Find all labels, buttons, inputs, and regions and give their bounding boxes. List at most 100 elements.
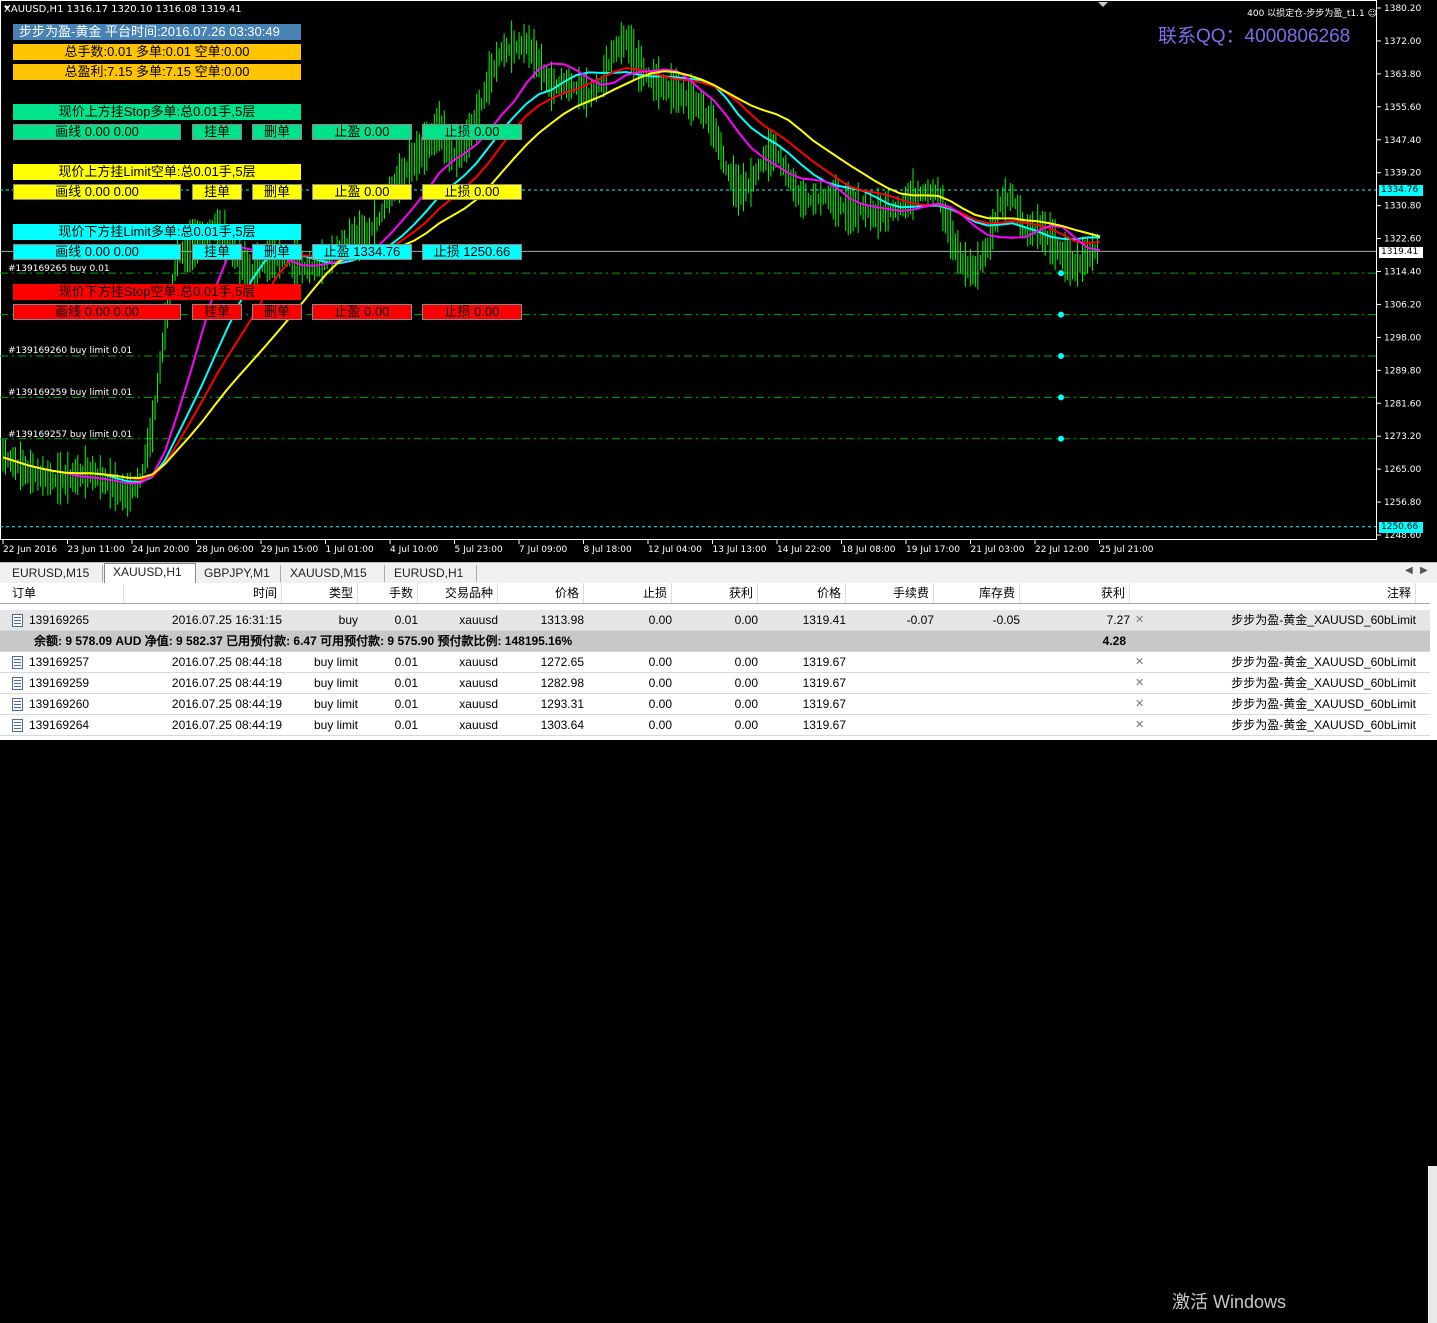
y-tick-label: 1306.20 [1384,300,1421,310]
price-tag-current: 1319.41 [1379,247,1423,258]
cell-profit [1020,715,1130,735]
y-tick-label: 1273.20 [1384,432,1421,442]
price-chart[interactable]: 1380.20 1372.00 1363.80 1355.60 1347.40 1339.… [0,0,1437,560]
cell-order-id: 139169257 [12,652,124,672]
chart-tab[interactable]: XAUUSD,M15 [282,565,385,582]
column-header-open-time: 时间 [126,583,282,603]
cell-lots-text: 0.01 [394,697,418,711]
stop-loss-button[interactable]: 止损 0.00 [422,304,522,320]
take-profit-button[interactable]: 止盈 0.00 [312,184,412,200]
cell-open-price: 1303.64 [498,715,584,735]
close-order-icon[interactable]: ✕ [1135,718,1144,731]
place-order-button[interactable]: 挂单 [192,124,242,140]
stop-loss-button[interactable]: 止损 0.00 [422,184,522,200]
column-header-commission: 手续费 [846,583,934,603]
close-order-icon[interactable]: ✕ [1135,697,1144,710]
order-label: #139169260 buy limit 0.01 [8,346,133,356]
table-row[interactable]: 139169259 2016.07.25 08:44:19 buy limit 0.0… [0,673,1430,694]
chart-tab[interactable]: EURUSD,M15 [4,565,103,582]
table-row[interactable]: 139169260 2016.07.25 08:44:19 buy limit 0.0… [0,694,1430,715]
stop-loss-button[interactable]: 止损 1250.66 [422,244,522,260]
cell-lots: 0.01 [360,652,418,672]
x-tick-label: 23 Jun 11:00 [68,545,125,555]
cell-order-id: 139169260 [12,694,124,714]
cell-take-profit: 0.00 [672,652,758,672]
cell-take-profit-text: 0.00 [734,718,758,732]
column-header-order-type-text: 类型 [328,586,353,600]
cell-comment-text: 步步为盈-黄金_XAUUSD_60bLimit [1231,676,1416,690]
cell-order-type: buy [282,610,358,630]
column-header-open-price: 价格 [498,583,584,603]
cell-comment: 步步为盈-黄金_XAUUSD_60bLimit [1150,694,1416,714]
delete-order-button[interactable]: 删单 [252,124,302,140]
pending-order-marker [1058,311,1064,318]
x-tick-label: 13 Jul 13:00 [713,545,767,555]
column-header-open-price-text: 价格 [554,586,579,600]
tab-prev-icon[interactable]: ◀ [1405,565,1413,576]
table-row[interactable]: 139169264 2016.07.25 08:44:19 buy limit 0.0… [0,715,1430,736]
balance-row[interactable]: 余额: 9 578.09 AUD 净值: 9 582.37 已用预付款: 6.4… [0,631,1430,652]
close-order-icon[interactable]: ✕ [1135,655,1144,668]
cell-order-id-text: 139169260 [29,697,90,711]
delete-order-button[interactable]: 删单 [252,244,302,260]
cell-current-price-text: 1319.67 [802,697,846,711]
cell-lots-text: 0.01 [394,718,418,732]
table-header[interactable]: 订单 时间 类型 手数 交易品种 价格 止损 获利 价格 手续费 库存费 获利 注释 [0,583,1430,604]
cell-comment-text: 步步为盈-黄金_XAUUSD_60bLimit [1231,655,1416,669]
cell-symbol-text: xauusd [459,613,498,627]
order-label: #139169257 buy limit 0.01 [8,430,133,440]
place-order-button[interactable]: 挂单 [192,244,242,260]
cell-order-type-text: buy limit [313,655,358,669]
cell-swap [934,715,1020,735]
draw-line-button[interactable]: 画线 0.00 0.00 [13,124,181,140]
cell-symbol: xauusd [420,610,498,630]
group-header: 现价下方挂Stop空单:总0.01手,5层 [13,284,301,300]
cell-stop-loss-text: 0.00 [648,718,672,732]
draw-line-button[interactable]: 画线 0.00 0.00 [13,244,181,260]
table-row[interactable]: 139169265 2016.07.25 16:31:15 buy 0.01 xauus… [0,610,1430,631]
draw-line-button[interactable]: 画线 0.00 0.00 [13,304,181,320]
column-header-order-id-text: 订单 [12,586,37,600]
cell-order-id-text: 139169265 [29,613,90,627]
cell-open-price-text: 1272.65 [540,655,584,669]
draw-line-button[interactable]: 画线 0.00 0.00 [13,184,181,200]
tab-next-icon[interactable]: ▶ [1420,565,1428,576]
scrollbar[interactable] [1428,1166,1437,1323]
pending-order-marker [1058,394,1064,401]
cell-order-type: buy limit [282,652,358,672]
x-tick-label: 18 Jul 08:00 [842,545,896,555]
order-icon [12,614,23,627]
chart-tab[interactable]: XAUUSD,H1 [104,563,196,583]
cell-profit: 7.27 [1020,610,1130,630]
cell-order-id-text: 139169264 [29,718,90,732]
cell-symbol-text: xauusd [459,676,498,690]
order-label: #139169259 buy limit 0.01 [8,388,133,398]
delete-order-button[interactable]: 删单 [252,184,302,200]
stop-loss-button[interactable]: 止损 0.00 [422,124,522,140]
cell-profit [1020,652,1130,672]
place-order-button[interactable]: 挂单 [192,184,242,200]
chart-tab[interactable]: EURUSD,H1 [386,565,477,582]
y-tick-label: 1322.60 [1384,235,1421,245]
place-order-button[interactable]: 挂单 [192,304,242,320]
take-profit-button[interactable]: 止盈 0.00 [312,124,412,140]
cell-open-price: 1293.31 [498,694,584,714]
close-order-icon[interactable]: ✕ [1135,613,1144,626]
cell-order-type: buy limit [282,673,358,693]
table-row[interactable]: 139169257 2016.07.25 08:44:18 buy limit 0.0… [0,652,1430,673]
cell-stop-loss: 0.00 [586,715,672,735]
panel-total-lots: 总手数:0.01 多单:0.01 空单:0.00 [13,44,301,60]
take-profit-button[interactable]: 止盈 1334.76 [312,244,412,260]
chart-tab[interactable]: GBPJPY,M1 [196,565,281,582]
cell-open-price: 1282.98 [498,673,584,693]
chart-canvas[interactable]: 1380.20 1372.00 1363.80 1355.60 1347.40 1339.… [0,0,1437,560]
close-order-icon[interactable]: ✕ [1135,676,1144,689]
cell-open-price-text: 1282.98 [540,676,584,690]
column-header-take-profit-text: 获利 [728,586,753,600]
panel-total-profit: 总盈利:7.15 多单:7.15 空单:0.00 [13,64,301,80]
delete-order-button[interactable]: 删单 [252,304,302,320]
y-tick-label: 1347.40 [1384,136,1421,146]
cell-take-profit-text: 0.00 [734,697,758,711]
column-header-lots: 手数 [360,583,418,603]
take-profit-button[interactable]: 止盈 0.00 [312,304,412,320]
